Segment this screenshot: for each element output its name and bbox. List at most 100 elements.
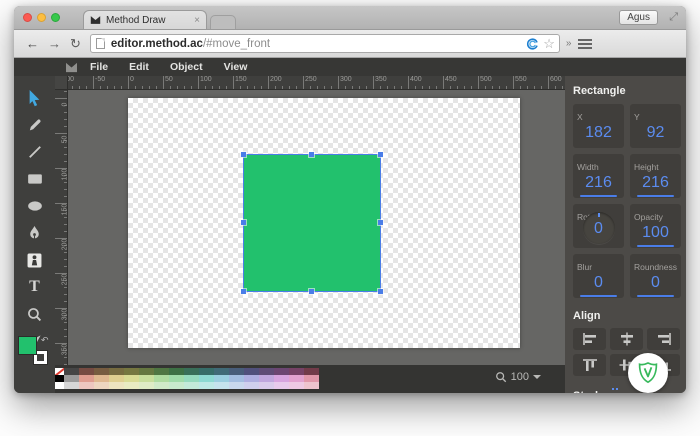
window-controls[interactable]	[23, 13, 60, 22]
reload-button[interactable]: ↻	[70, 37, 81, 50]
align-center-button[interactable]	[610, 328, 643, 350]
selection-handle[interactable]	[309, 289, 314, 294]
roundness-field[interactable]: Roundness 0	[630, 254, 681, 298]
zoom-value[interactable]: 100	[511, 371, 529, 383]
selection-handle[interactable]	[309, 152, 314, 157]
palette-color-column[interactable]	[289, 368, 304, 389]
palette-color-column[interactable]	[109, 368, 124, 389]
select-tool[interactable]	[23, 86, 47, 110]
selection-handle[interactable]	[241, 289, 246, 294]
zenmate-shield-badge[interactable]	[628, 353, 668, 393]
bottom-bar: 100	[55, 365, 565, 393]
workspace: -100-50050100150200250300350400450500550…	[55, 76, 565, 393]
tool-palette: T ↷	[14, 76, 55, 393]
pencil-tool[interactable]	[23, 113, 47, 137]
fill-color-swatch[interactable]	[19, 337, 36, 354]
selection-handle[interactable]	[378, 220, 383, 225]
palette-color-column[interactable]	[64, 368, 79, 389]
url-path: /#move_front	[203, 38, 270, 50]
new-tab-button[interactable]	[210, 15, 236, 29]
selection-handle[interactable]	[378, 289, 383, 294]
panel-title: Rectangle	[573, 85, 679, 97]
close-window-button[interactable]	[23, 13, 32, 22]
palette-color-column[interactable]	[259, 368, 274, 389]
palette-color-column[interactable]	[79, 368, 94, 389]
zoom-window-button[interactable]	[51, 13, 60, 22]
forward-button[interactable]: →	[48, 37, 61, 50]
panel-dots	[612, 388, 618, 390]
align-title: Align	[573, 310, 679, 322]
blur-field[interactable]: Blur 0	[573, 254, 624, 298]
chrome-menu-icon[interactable]	[578, 39, 592, 49]
palette-color-column[interactable]	[169, 368, 184, 389]
ruler-corner	[55, 76, 68, 90]
line-tool[interactable]	[23, 140, 47, 164]
palette-color-column[interactable]	[139, 368, 154, 389]
palette-color-column[interactable]	[244, 368, 259, 389]
svg-canvas[interactable]	[128, 98, 520, 348]
palette-color-column[interactable]	[274, 368, 289, 389]
app-menubar: File Edit Object View	[14, 58, 686, 76]
stroke-title: Stroke	[573, 390, 679, 393]
palette-color-column[interactable]	[229, 368, 244, 389]
rectangle-tool[interactable]	[23, 167, 47, 191]
method-draw-logo[interactable]	[65, 62, 78, 73]
selection-handle[interactable]	[241, 220, 246, 225]
x-field[interactable]: X 182	[573, 104, 624, 148]
selection-handle[interactable]	[241, 152, 246, 157]
profile-button[interactable]: Agus	[619, 10, 658, 25]
text-tool[interactable]: T	[23, 275, 47, 299]
browser-window: Method Draw × Agus ⤢ ← → ↻ editor.method…	[14, 6, 686, 393]
palette-color-column[interactable]	[199, 368, 214, 389]
zoom-control[interactable]: 100	[495, 371, 541, 383]
rotation-field[interactable]: Rotation 0	[573, 204, 624, 248]
palette-color-column[interactable]	[214, 368, 229, 389]
minimize-window-button[interactable]	[37, 13, 46, 22]
y-field[interactable]: Y 92	[630, 104, 681, 148]
method-draw-app: File Edit Object View	[14, 58, 686, 393]
fullscreen-icon[interactable]: ⤢	[669, 11, 678, 24]
swap-colors-icon[interactable]: ↷	[41, 335, 49, 346]
tab-title: Method Draw	[106, 15, 189, 26]
properties-panel: Rectangle X 182 Y 92 Width 216 Height 21…	[565, 76, 686, 393]
palette-color-column[interactable]	[154, 368, 169, 389]
horizontal-ruler: -100-50050100150200250300350400450500550…	[68, 76, 565, 90]
close-tab-icon[interactable]: ×	[194, 15, 200, 26]
selection-handle[interactable]	[378, 152, 383, 157]
canvas-viewport[interactable]	[68, 90, 565, 365]
browser-titlebar: Method Draw × Agus ⤢	[14, 6, 686, 30]
back-button[interactable]: ←	[26, 37, 39, 50]
shape-fields: X 182 Y 92 Width 216 Height 216 Rotation	[573, 104, 679, 298]
shape-library-tool[interactable]	[23, 248, 47, 272]
rectangle-shape[interactable]	[244, 155, 380, 291]
menu-view[interactable]: View	[224, 61, 248, 73]
menu-edit[interactable]: Edit	[129, 61, 149, 73]
palette-color-column[interactable]	[124, 368, 139, 389]
zoom-tool[interactable]	[23, 302, 47, 326]
color-palette[interactable]	[55, 368, 319, 389]
palette-color-column[interactable]	[184, 368, 199, 389]
align-right-button[interactable]	[647, 328, 680, 350]
palette-color-column[interactable]	[304, 368, 319, 389]
vertical-ruler: 050100150200250300350	[55, 90, 68, 365]
menu-object[interactable]: Object	[170, 61, 203, 73]
quick-colors[interactable]	[55, 368, 64, 389]
zenmate-extension-icon[interactable]	[525, 37, 539, 51]
path-tool[interactable]	[23, 221, 47, 245]
opacity-field[interactable]: Opacity 100	[630, 204, 681, 248]
extensions-overflow-icon[interactable]: »	[566, 38, 572, 49]
ellipse-tool[interactable]	[23, 194, 47, 218]
zoom-dropdown-caret[interactable]	[533, 375, 541, 383]
align-top-button[interactable]	[573, 354, 606, 376]
palette-color-column[interactable]	[94, 368, 109, 389]
address-bar[interactable]: editor.method.ac /#move_front ☆	[90, 34, 560, 53]
width-field[interactable]: Width 216	[573, 154, 624, 198]
align-left-button[interactable]	[573, 328, 606, 350]
menu-file[interactable]: File	[90, 61, 108, 73]
color-swatches: ↷	[19, 337, 51, 369]
selection-box[interactable]	[244, 155, 380, 291]
height-field[interactable]: Height 216	[630, 154, 681, 198]
bookmark-star-icon[interactable]: ☆	[543, 37, 555, 50]
browser-tab[interactable]: Method Draw ×	[83, 10, 207, 29]
method-draw-favicon	[90, 15, 101, 25]
